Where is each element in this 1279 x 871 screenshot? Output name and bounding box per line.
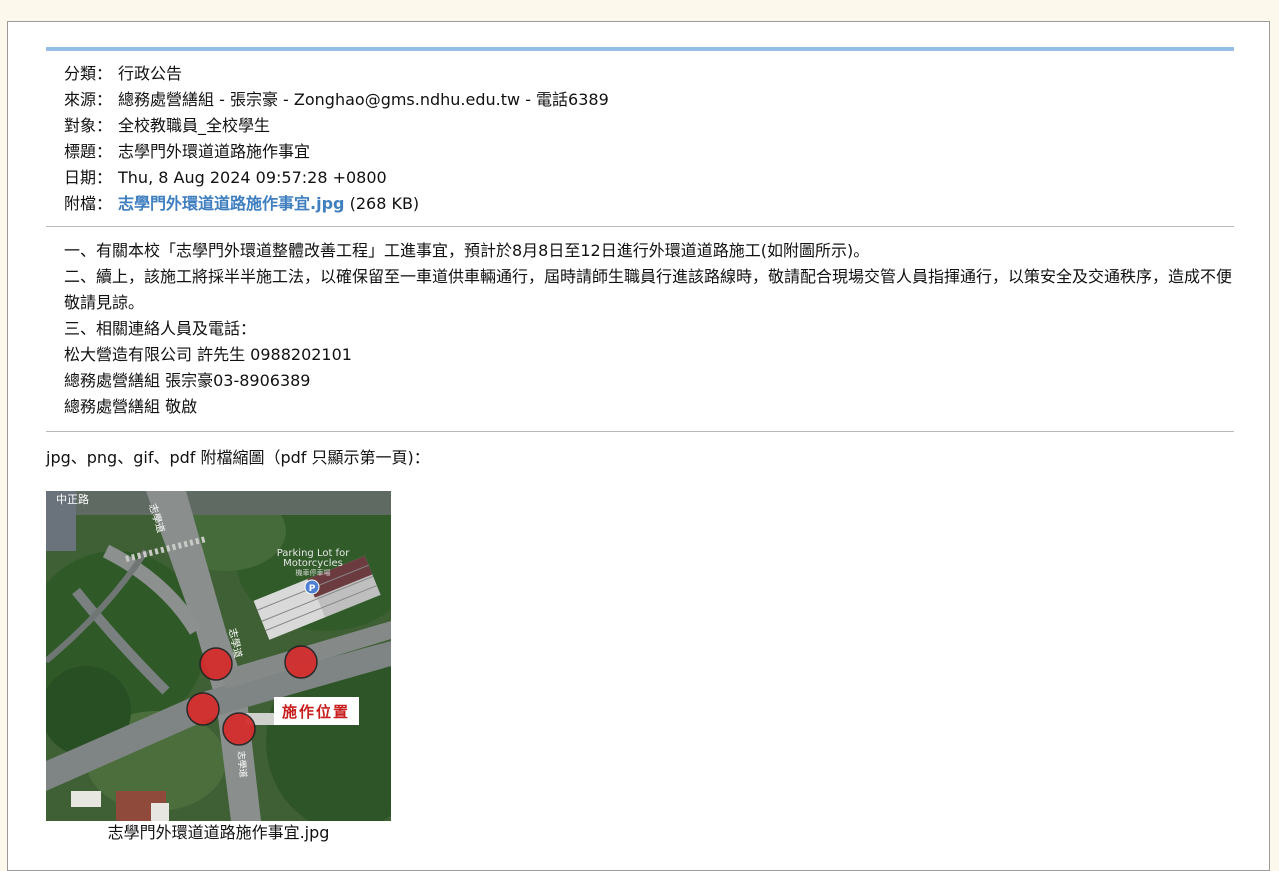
- parking-label-line2: Motorcycles: [283, 558, 343, 569]
- date-label: 日期：: [64, 168, 113, 187]
- svg-text:P: P: [309, 584, 316, 594]
- attachment-label: 附檔：: [64, 194, 113, 213]
- message-body: 一、有關本校「志學門外環道整體改善工程」工進事宜，預計於8月8日至12日進行外環…: [64, 238, 1236, 420]
- attachment-link[interactable]: 志學門外環道道路施作事宜.jpg: [118, 194, 344, 213]
- attachment-row: 附檔： 志學門外環道道路施作事宜.jpg (268 KB): [64, 191, 609, 217]
- date-row: 日期： Thu, 8 Aug 2024 09:57:28 +0800: [64, 165, 609, 191]
- subject-label: 標題：: [64, 142, 113, 161]
- category-row: 分類： 行政公告: [64, 61, 609, 87]
- work-site-marker: [222, 712, 256, 746]
- parking-icon: P: [304, 579, 320, 595]
- subject-row: 標題： 志學門外環道道路施作事宜: [64, 139, 609, 165]
- thumbnail-caption: 志學門外環道道路施作事宜.jpg: [107, 823, 330, 842]
- message-header: 分類： 行政公告 來源： 總務處營繕組 - 張宗豪 - Zonghao@gms.nd…: [64, 61, 609, 217]
- work-location-label: 施作位置: [282, 703, 350, 721]
- body-line: 三、相關連絡人員及電話：: [64, 319, 257, 338]
- work-site-marker: [199, 647, 233, 681]
- body-line: 總務處營繕組 張宗豪03-8906389: [64, 371, 311, 390]
- message-frame: 分類： 行政公告 來源： 總務處營繕組 - 張宗豪 - Zonghao@gms.nd…: [7, 21, 1270, 871]
- category-value: 行政公告: [118, 64, 183, 83]
- audience-label: 對象：: [64, 116, 113, 135]
- date-value: Thu, 8 Aug 2024 09:57:28 +0800: [118, 168, 387, 187]
- attachment-size: (268 KB): [349, 194, 420, 213]
- body-line: 總務處營繕組 敬啟: [64, 397, 198, 416]
- audience-row: 對象： 全校教職員_全校學生: [64, 113, 609, 139]
- road-label-top-left: 中正路: [56, 493, 89, 506]
- audience-value: 全校教職員_全校學生: [118, 116, 271, 135]
- source-label: 來源：: [64, 90, 113, 109]
- body-line: 松大營造有限公司 許先生 0988202101: [64, 345, 352, 364]
- body-divider: [46, 431, 1234, 432]
- accent-bar: [46, 47, 1234, 51]
- body-line: 一、有關本校「志學門外環道整體改善工程」工進事宜，預計於8月8日至12日進行外環…: [64, 241, 870, 260]
- header-divider: [46, 226, 1234, 227]
- work-site-marker: [186, 692, 220, 726]
- thumbnail-heading: jpg、png、gif、pdf 附檔縮圖（pdf 只顯示第一頁)：: [46, 448, 430, 467]
- source-row: 來源： 總務處營繕組 - 張宗豪 - Zonghao@gms.ndhu.edu.t…: [64, 87, 609, 113]
- work-site-marker: [284, 645, 318, 679]
- map-image: 中正路 志學道 志學道 志學道 Parking Lot for Motorcyc…: [46, 491, 391, 821]
- body-line: 二、續上，該施工將採半半施工法，以確保留至一車道供車輛通行，屆時請師生職員行進該…: [64, 267, 1233, 312]
- subject-value: 志學門外環道道路施作事宜: [118, 142, 311, 161]
- source-value: 總務處營繕組 - 張宗豪 - Zonghao@gms.ndhu.edu.tw -…: [118, 90, 609, 109]
- parking-label-line3: 機車停車場: [296, 568, 331, 577]
- category-label: 分類：: [64, 64, 113, 83]
- attachment-thumbnail[interactable]: 中正路 志學道 志學道 志學道 Parking Lot for Motorcyc…: [46, 491, 391, 821]
